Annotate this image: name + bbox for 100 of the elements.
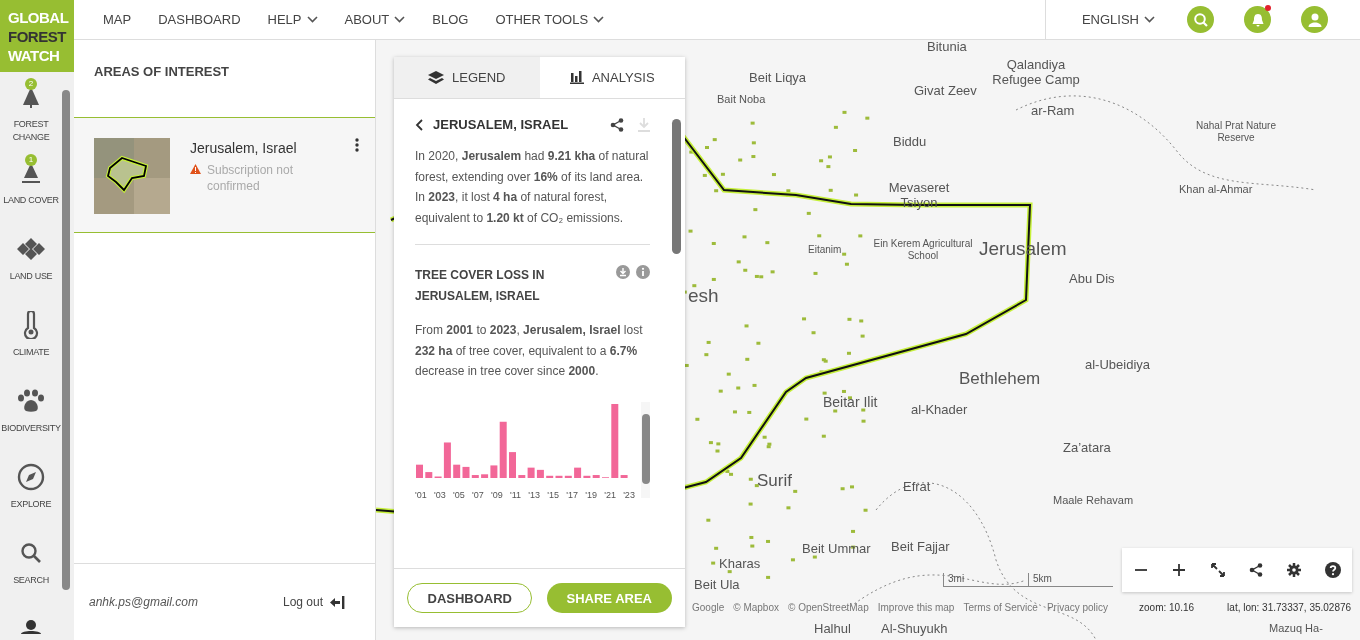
share-icon	[1249, 563, 1264, 577]
download-icon[interactable]	[616, 265, 630, 279]
summary-text: In 2020, Jerusalem had 9.21 kha of natural forest, extending over 16% of its land area. In 2023, it lost 4 ha of natural forest, equivalent to 1.20 kt of CO₂ emissions.	[415, 148, 650, 227]
axis-tick-label: '15	[547, 489, 559, 500]
map-place-label: Nahal Prat Nature Reserve	[1194, 120, 1277, 143]
nav-link[interactable]: ABOUT	[344, 12, 406, 27]
axis-tick-label: '07	[471, 489, 484, 500]
map-place-label: Maale Rehavam	[1053, 494, 1134, 507]
map-place-label: Za’atara	[1063, 441, 1111, 456]
map-place-label: ar-Ram	[1031, 104, 1075, 119]
axis-tick-label: '13	[528, 489, 540, 500]
logo[interactable]: GLOBAL FOREST WATCH	[0, 0, 74, 72]
map-place-label: Ein Kerem Agricultural School	[872, 238, 974, 261]
search-icon	[1192, 11, 1209, 28]
map-place-label: Bethlehem	[959, 369, 1041, 389]
nav-link[interactable]: HELP	[267, 12, 318, 27]
coordinates: lat, lon: 31.73337, 35.02876	[1227, 602, 1352, 613]
axis-tick-label: '17	[566, 489, 578, 500]
sidebar-item[interactable]: EXPLORE	[0, 462, 62, 538]
map-place-label: al-Khader	[911, 403, 968, 418]
area-name: Jerusalem, Israel	[190, 140, 298, 156]
map-place-label: Abu Dis	[1069, 272, 1115, 287]
map-place-label: Beit Liqya	[749, 71, 807, 86]
zoom-level: zoom: 10.16	[1139, 602, 1195, 613]
map-place-label: Kharas	[719, 557, 761, 572]
map-place-label: Qalandiya Refugee Camp	[991, 58, 1081, 88]
paw-icon	[17, 389, 45, 413]
diamonds-icon	[16, 238, 46, 260]
map-place-label: Efrat	[903, 480, 931, 495]
user-icon	[1306, 11, 1323, 28]
attribution-link[interactable]: Terms of Service	[963, 602, 1038, 613]
map-place-label: Beit Ula	[694, 578, 740, 593]
count-badge: 2	[25, 78, 37, 90]
map-place-label: Mazuq Ha-	[1269, 622, 1323, 635]
map-place-label: Al-Shuyukh	[881, 622, 948, 637]
dashboard-button[interactable]: DASHBOARD	[407, 583, 533, 613]
sidebar-item[interactable]: CLIMATE	[0, 310, 62, 386]
chevron-down-icon	[1144, 16, 1155, 23]
axis-tick-label: '09	[490, 489, 503, 500]
user-email: anhk.ps@gmail.com	[89, 595, 198, 609]
attribution-link[interactable]: © OpenStreetMap	[788, 602, 869, 613]
map-place-label: Halhul	[814, 622, 851, 637]
map-place-label: al-Ubeidiya	[1085, 358, 1151, 373]
sidebar-item[interactable]: BIODIVERSITY	[0, 386, 62, 462]
map-place-label: Eitanim	[808, 244, 842, 256]
map-place-label: Givat Zeev	[914, 84, 977, 99]
map-place-label: Beitar Ilit	[823, 394, 878, 411]
axis-tick-label: '05	[452, 489, 465, 500]
settings-icon	[1287, 563, 1302, 577]
map-place-label: Bitunia	[927, 40, 967, 55]
sidebar-item[interactable]: SEARCH	[0, 538, 62, 614]
bar-chart-icon	[569, 71, 584, 84]
area-title: JERUSALEM, ISRAEL	[433, 117, 570, 132]
panel-title: AREAS OF INTEREST	[94, 64, 231, 81]
nav-link[interactable]: BLOG	[432, 12, 469, 27]
attribution-link[interactable]: © Mapbox	[733, 602, 779, 613]
compass-icon	[17, 463, 45, 491]
scrollbar[interactable]	[641, 401, 650, 498]
info-icon[interactable]	[636, 265, 650, 279]
chart-bar	[509, 451, 516, 478]
logout-link[interactable]: Log out	[282, 595, 345, 609]
axis-tick-label: '11	[509, 489, 521, 500]
language-selector[interactable]: ENGLISH	[1081, 12, 1155, 27]
notifications-button[interactable]	[1244, 6, 1271, 33]
axis-tick-label: '01	[415, 489, 427, 500]
attribution-link[interactable]: Improve this map	[877, 602, 955, 613]
map-place-label: Biddu	[893, 135, 927, 150]
axis-tick-label: '21	[604, 489, 616, 500]
chart-bar	[416, 464, 423, 478]
logout-arrow-icon	[329, 595, 345, 609]
more-options-icon[interactable]	[355, 138, 359, 152]
map-place-label: esh	[688, 285, 719, 307]
nav-link[interactable]: OTHER TOOLS	[495, 12, 605, 27]
area-card[interactable]: Jerusalem, Israel Subscription not confirmed	[74, 117, 375, 233]
panel-tab[interactable]: ANALYSIS	[539, 57, 685, 98]
nav-link[interactable]: DASHBOARD	[158, 12, 241, 27]
count-badge: 1	[25, 154, 37, 166]
map-place-label: Beit Ummar	[802, 542, 871, 557]
help-icon	[1324, 562, 1341, 578]
search-icon	[20, 542, 42, 564]
warning-icon	[190, 164, 201, 174]
expand-icon	[1210, 563, 1225, 577]
sidebar-item[interactable]: LAND USE	[0, 234, 62, 310]
nav-link[interactable]: MAP	[103, 12, 132, 27]
attribution-link[interactable]: Privacy policy	[1046, 602, 1109, 613]
map-place-label: Khan al-Ahmar	[1179, 183, 1253, 196]
axis-tick-label: '03	[434, 489, 446, 500]
back-chevron-icon[interactable]	[415, 118, 423, 131]
map-scale: 3mi 5km	[943, 573, 1113, 587]
widget-description: From 2001 to 2023, Jerusalem, Israel lost 232 ha of tree cover, equivalent to a 6.7% decrease in tree cover since 2000.	[415, 322, 644, 380]
map-place-label: Beit Fajjar	[891, 540, 950, 555]
axis-tick-label: '19	[585, 489, 597, 500]
user-icon[interactable]	[19, 620, 43, 634]
panel-tab[interactable]: LEGEND	[394, 57, 540, 98]
share-icon[interactable]	[610, 117, 624, 132]
map-place-label: Mevaseret Tsiyon	[887, 181, 951, 211]
map-place-label: Bait Noba	[717, 93, 766, 106]
layers-icon	[428, 70, 444, 85]
attribution-link[interactable]: Google	[692, 602, 725, 613]
map-place-label: Surif	[757, 471, 792, 491]
